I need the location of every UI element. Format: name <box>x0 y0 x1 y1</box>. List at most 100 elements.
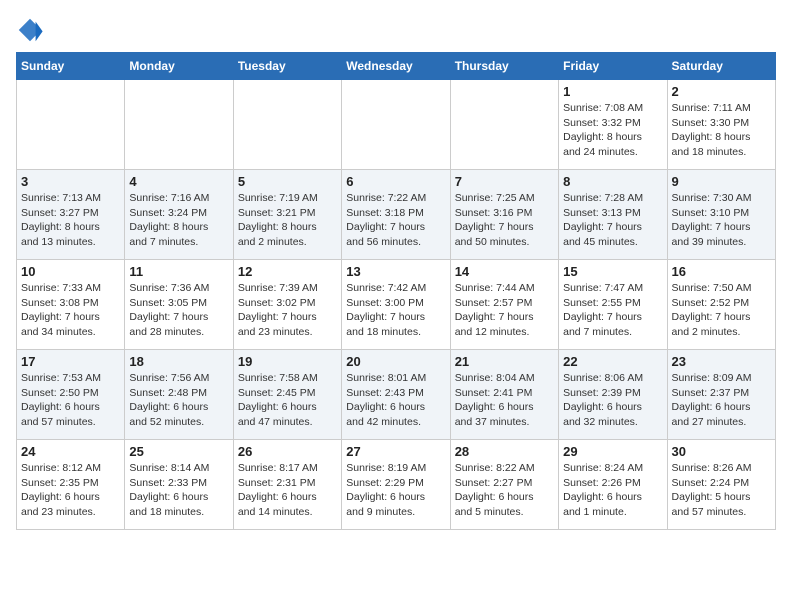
day-info: Sunrise: 7:50 AM Sunset: 2:52 PM Dayligh… <box>672 281 771 340</box>
day-info: Sunrise: 7:36 AM Sunset: 3:05 PM Dayligh… <box>129 281 228 340</box>
weekday-header: Thursday <box>450 53 558 80</box>
day-info: Sunrise: 7:28 AM Sunset: 3:13 PM Dayligh… <box>563 191 662 250</box>
calendar-day-cell: 16 Sunrise: 7:50 AM Sunset: 2:52 PM Dayli… <box>667 260 775 350</box>
weekday-header: Monday <box>125 53 233 80</box>
calendar-day-cell: 21 Sunrise: 8:04 AM Sunset: 2:41 PM Dayli… <box>450 350 558 440</box>
weekday-header: Saturday <box>667 53 775 80</box>
day-number: 18 <box>129 354 228 369</box>
day-info: Sunrise: 7:19 AM Sunset: 3:21 PM Dayligh… <box>238 191 337 250</box>
day-info: Sunrise: 8:09 AM Sunset: 2:37 PM Dayligh… <box>672 371 771 430</box>
day-info: Sunrise: 7:53 AM Sunset: 2:50 PM Dayligh… <box>21 371 120 430</box>
day-info: Sunrise: 8:04 AM Sunset: 2:41 PM Dayligh… <box>455 371 554 430</box>
calendar-week-row: 1 Sunrise: 7:08 AM Sunset: 3:32 PM Daylig… <box>17 80 776 170</box>
calendar-day-cell: 29 Sunrise: 8:24 AM Sunset: 2:26 PM Dayli… <box>559 440 667 530</box>
day-number: 22 <box>563 354 662 369</box>
day-number: 16 <box>672 264 771 279</box>
calendar-day-cell <box>450 80 558 170</box>
day-info: Sunrise: 7:39 AM Sunset: 3:02 PM Dayligh… <box>238 281 337 340</box>
calendar-day-cell: 17Sunrise: 7:53 AM Sunset: 2:50 PM Dayli… <box>17 350 125 440</box>
day-number: 13 <box>346 264 445 279</box>
calendar-week-row: 17Sunrise: 7:53 AM Sunset: 2:50 PM Dayli… <box>17 350 776 440</box>
calendar-day-cell: 30 Sunrise: 8:26 AM Sunset: 2:24 PM Dayli… <box>667 440 775 530</box>
day-info: Sunrise: 8:26 AM Sunset: 2:24 PM Dayligh… <box>672 461 771 520</box>
calendar-day-cell: 14 Sunrise: 7:44 AM Sunset: 2:57 PM Dayli… <box>450 260 558 350</box>
calendar-day-cell: 27 Sunrise: 8:19 AM Sunset: 2:29 PM Dayli… <box>342 440 450 530</box>
weekday-header: Tuesday <box>233 53 341 80</box>
day-number: 26 <box>238 444 337 459</box>
day-number: 30 <box>672 444 771 459</box>
day-number: 6 <box>346 174 445 189</box>
day-number: 19 <box>238 354 337 369</box>
calendar-day-cell: 1 Sunrise: 7:08 AM Sunset: 3:32 PM Daylig… <box>559 80 667 170</box>
calendar-day-cell: 19 Sunrise: 7:58 AM Sunset: 2:45 PM Dayli… <box>233 350 341 440</box>
day-number: 27 <box>346 444 445 459</box>
calendar-day-cell: 20Sunrise: 8:01 AM Sunset: 2:43 PM Dayli… <box>342 350 450 440</box>
calendar-table: SundayMondayTuesdayWednesdayThursdayFrid… <box>16 52 776 530</box>
calendar-day-cell <box>17 80 125 170</box>
calendar-week-row: 3Sunrise: 7:13 AM Sunset: 3:27 PM Daylig… <box>17 170 776 260</box>
day-info: Sunrise: 7:58 AM Sunset: 2:45 PM Dayligh… <box>238 371 337 430</box>
day-number: 24 <box>21 444 120 459</box>
weekday-header: Friday <box>559 53 667 80</box>
logo-icon <box>16 16 44 44</box>
day-info: Sunrise: 7:22 AM Sunset: 3:18 PM Dayligh… <box>346 191 445 250</box>
calendar-day-cell: 9 Sunrise: 7:30 AM Sunset: 3:10 PM Daylig… <box>667 170 775 260</box>
day-number: 23 <box>672 354 771 369</box>
day-number: 4 <box>129 174 228 189</box>
day-info: Sunrise: 8:24 AM Sunset: 2:26 PM Dayligh… <box>563 461 662 520</box>
day-number: 15 <box>563 264 662 279</box>
calendar-day-cell: 23 Sunrise: 8:09 AM Sunset: 2:37 PM Dayli… <box>667 350 775 440</box>
day-info: Sunrise: 8:12 AM Sunset: 2:35 PM Dayligh… <box>21 461 120 520</box>
day-number: 28 <box>455 444 554 459</box>
day-number: 2 <box>672 84 771 99</box>
day-info: Sunrise: 7:16 AM Sunset: 3:24 PM Dayligh… <box>129 191 228 250</box>
day-number: 9 <box>672 174 771 189</box>
day-number: 7 <box>455 174 554 189</box>
day-info: Sunrise: 7:11 AM Sunset: 3:30 PM Dayligh… <box>672 101 771 160</box>
day-info: Sunrise: 7:08 AM Sunset: 3:32 PM Dayligh… <box>563 101 662 160</box>
calendar-week-row: 24 Sunrise: 8:12 AM Sunset: 2:35 PM Dayli… <box>17 440 776 530</box>
day-info: Sunrise: 7:33 AM Sunset: 3:08 PM Dayligh… <box>21 281 120 340</box>
calendar-day-cell: 8 Sunrise: 7:28 AM Sunset: 3:13 PM Daylig… <box>559 170 667 260</box>
calendar-day-cell: 11 Sunrise: 7:36 AM Sunset: 3:05 PM Dayli… <box>125 260 233 350</box>
day-number: 11 <box>129 264 228 279</box>
logo <box>16 16 48 44</box>
calendar-day-cell: 4 Sunrise: 7:16 AM Sunset: 3:24 PM Daylig… <box>125 170 233 260</box>
day-number: 29 <box>563 444 662 459</box>
calendar-day-cell: 13 Sunrise: 7:42 AM Sunset: 3:00 PM Dayli… <box>342 260 450 350</box>
calendar-day-cell: 10 Sunrise: 7:33 AM Sunset: 3:08 PM Dayli… <box>17 260 125 350</box>
calendar-day-cell <box>125 80 233 170</box>
calendar-day-cell: 2 Sunrise: 7:11 AM Sunset: 3:30 PM Daylig… <box>667 80 775 170</box>
calendar-day-cell: 18 Sunrise: 7:56 AM Sunset: 2:48 PM Dayli… <box>125 350 233 440</box>
calendar-day-cell: 28 Sunrise: 8:22 AM Sunset: 2:27 PM Dayli… <box>450 440 558 530</box>
day-info: Sunrise: 7:44 AM Sunset: 2:57 PM Dayligh… <box>455 281 554 340</box>
day-info: Sunrise: 8:01 AM Sunset: 2:43 PM Dayligh… <box>346 371 445 430</box>
calendar-header-row: SundayMondayTuesdayWednesdayThursdayFrid… <box>17 53 776 80</box>
day-number: 1 <box>563 84 662 99</box>
day-number: 21 <box>455 354 554 369</box>
weekday-header: Wednesday <box>342 53 450 80</box>
calendar-day-cell: 5 Sunrise: 7:19 AM Sunset: 3:21 PM Daylig… <box>233 170 341 260</box>
day-number: 25 <box>129 444 228 459</box>
calendar-day-cell: 26 Sunrise: 8:17 AM Sunset: 2:31 PM Dayli… <box>233 440 341 530</box>
calendar-day-cell: 12Sunrise: 7:39 AM Sunset: 3:02 PM Dayli… <box>233 260 341 350</box>
calendar-day-cell: 24 Sunrise: 8:12 AM Sunset: 2:35 PM Dayli… <box>17 440 125 530</box>
day-number: 3 <box>21 174 120 189</box>
day-info: Sunrise: 8:14 AM Sunset: 2:33 PM Dayligh… <box>129 461 228 520</box>
day-info: Sunrise: 7:30 AM Sunset: 3:10 PM Dayligh… <box>672 191 771 250</box>
day-info: Sunrise: 8:22 AM Sunset: 2:27 PM Dayligh… <box>455 461 554 520</box>
day-info: Sunrise: 7:56 AM Sunset: 2:48 PM Dayligh… <box>129 371 228 430</box>
calendar-day-cell <box>233 80 341 170</box>
calendar-day-cell: 6 Sunrise: 7:22 AM Sunset: 3:18 PM Daylig… <box>342 170 450 260</box>
calendar-week-row: 10 Sunrise: 7:33 AM Sunset: 3:08 PM Dayli… <box>17 260 776 350</box>
day-info: Sunrise: 8:19 AM Sunset: 2:29 PM Dayligh… <box>346 461 445 520</box>
calendar-day-cell: 22Sunrise: 8:06 AM Sunset: 2:39 PM Dayli… <box>559 350 667 440</box>
day-number: 8 <box>563 174 662 189</box>
day-number: 5 <box>238 174 337 189</box>
day-info: Sunrise: 8:17 AM Sunset: 2:31 PM Dayligh… <box>238 461 337 520</box>
day-number: 10 <box>21 264 120 279</box>
day-info: Sunrise: 7:25 AM Sunset: 3:16 PM Dayligh… <box>455 191 554 250</box>
day-number: 14 <box>455 264 554 279</box>
day-info: Sunrise: 7:42 AM Sunset: 3:00 PM Dayligh… <box>346 281 445 340</box>
day-info: Sunrise: 7:47 AM Sunset: 2:55 PM Dayligh… <box>563 281 662 340</box>
